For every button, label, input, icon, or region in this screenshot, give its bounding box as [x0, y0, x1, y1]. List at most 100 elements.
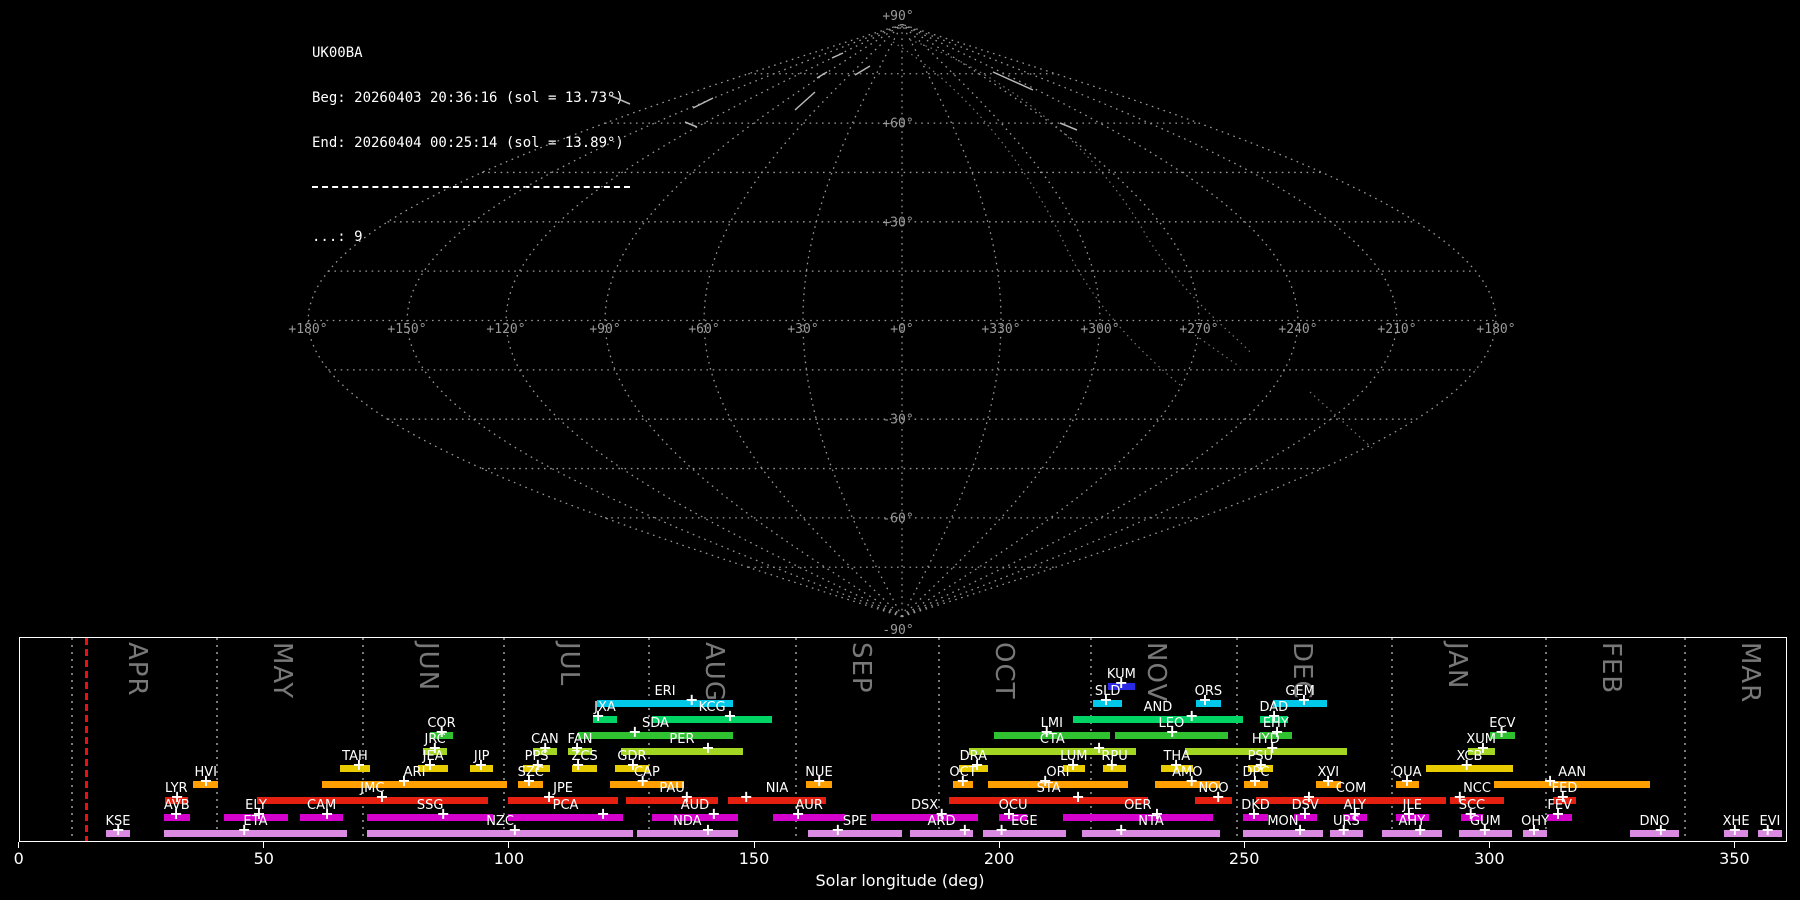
x-tick: [999, 842, 1000, 848]
month-label: OCT: [989, 642, 1019, 700]
shower-bar-NZC: [367, 830, 633, 837]
month-label: JAN: [1442, 642, 1472, 689]
x-tick-label: 250: [1219, 849, 1269, 868]
map-latitude-label: +90°: [882, 9, 913, 24]
shower-peak-NIA: +: [738, 789, 754, 805]
shower-peak-ETA: +: [236, 822, 252, 838]
month-label: SEP: [846, 642, 876, 694]
shower-label-COM: COM: [1316, 781, 1386, 796]
shower-peak-NTA: +: [1113, 822, 1129, 838]
x-tick-label: 50: [239, 849, 289, 868]
map-longitude-label: +60°: [688, 322, 719, 337]
shower-label-CTA: CTA: [1017, 732, 1087, 747]
fov-outline: [1195, 335, 1240, 367]
shower-peak-SPE: +: [830, 822, 846, 838]
x-tick: [1489, 842, 1490, 848]
month-label: AUG: [699, 642, 729, 702]
shower-label-ARI: ARI: [380, 765, 450, 780]
map-latitude-label: +60°: [882, 117, 913, 132]
shower-label-ETA: ETA: [220, 814, 290, 829]
month-boundary-line: [362, 638, 364, 841]
month-label: JUL: [554, 642, 584, 686]
shower-peak-AUR: +: [790, 806, 806, 822]
map-longitude-label: +30°: [787, 322, 818, 337]
shower-label-AND: AND: [1123, 700, 1193, 715]
fov-outline: [910, 40, 1250, 352]
meteor-streak: [609, 95, 630, 104]
shower-bar-ETA: [164, 830, 347, 837]
shower-peak-GUM: +: [1477, 822, 1493, 838]
shower-peak-JIP: +: [473, 757, 489, 773]
shower-bar-MON: [1243, 830, 1323, 837]
shower-label-JMC: JMC: [337, 781, 407, 796]
shower-peak-MON: +: [1292, 822, 1308, 838]
map-longitude-label: +150°: [387, 322, 426, 337]
map-latitude-label: -90°: [882, 623, 913, 638]
map-longitude-label: +180°: [1476, 322, 1515, 337]
x-tick: [1244, 842, 1245, 848]
shower-bar-NDA: [637, 830, 738, 837]
month-label: FEB: [1596, 642, 1626, 694]
x-tick: [18, 842, 19, 848]
shower-peak-URS: +: [1336, 822, 1352, 838]
x-tick: [754, 842, 755, 848]
month-label: APR: [122, 642, 152, 697]
map-longitude-label: +210°: [1377, 322, 1416, 337]
shower-peak-OHY: +: [1526, 822, 1542, 838]
shower-peak-ARD: +: [957, 822, 973, 838]
meteor-streak: [1060, 123, 1077, 130]
shower-peak-NUE: +: [811, 773, 827, 789]
meteor-streak: [832, 53, 843, 58]
shower-peak-PCA: +: [595, 806, 611, 822]
shower-bar-SPE: [808, 830, 902, 837]
shower-peak-CAM: +: [319, 806, 335, 822]
shower-peak-LEO: +: [1164, 724, 1180, 740]
shower-peak-KSE: +: [110, 822, 126, 838]
map-longitude-label: +240°: [1278, 322, 1317, 337]
shower-peak-SDA: +: [627, 724, 643, 740]
x-axis-title: Solar longitude (deg): [0, 871, 1800, 890]
shower-label-PCA: PCA: [531, 798, 601, 813]
grid-meridian: [902, 24, 1100, 616]
map-longitude-label: +180°: [288, 322, 327, 337]
map-longitude-label: +330°: [981, 322, 1020, 337]
grid-meridian: [902, 24, 1397, 616]
shower-peak-JXA: +: [590, 708, 606, 724]
shower-label-NZC: NZC: [465, 814, 535, 829]
current-sol-marker: [85, 638, 88, 841]
grid-meridian: [407, 24, 902, 616]
shower-peak-OCT: +: [955, 773, 971, 789]
meteor-streak: [795, 92, 815, 110]
x-tick: [508, 842, 509, 848]
meteor-streak: [685, 122, 697, 127]
shower-peak-QUA: +: [1399, 773, 1415, 789]
shower-label-ORI: ORI: [1023, 765, 1093, 780]
shower-label-SSG: SSG: [395, 798, 465, 813]
shower-peak-JMC: +: [374, 789, 390, 805]
shower-peak-DNO: +: [1653, 822, 1669, 838]
shower-peak-EGE: +: [994, 822, 1010, 838]
x-tick-label: 200: [974, 849, 1024, 868]
shower-bar-NTA: [1082, 830, 1219, 837]
x-tick-label: 350: [1709, 849, 1759, 868]
fov-outline: [1310, 392, 1372, 448]
month-label: MAY: [267, 642, 297, 699]
shower-peak-ORS: +: [1197, 692, 1213, 708]
shower-peak-ZCS: +: [570, 757, 586, 773]
month-boundary-line: [503, 638, 505, 841]
month-boundary-line: [216, 638, 218, 841]
x-tick-label: 100: [484, 849, 534, 868]
fov-outline: [893, 42, 1180, 385]
shower-peak-AHY: +: [1412, 822, 1428, 838]
shower-peak-STA: +: [1070, 789, 1086, 805]
map-longitude-label: +120°: [486, 322, 525, 337]
shower-peak-SLD: +: [1098, 692, 1114, 708]
x-tick: [263, 842, 264, 848]
x-tick: [1734, 842, 1735, 848]
shower-peak-SSG: +: [435, 806, 451, 822]
map-longitude-label: +90°: [589, 322, 620, 337]
shower-peak-NZC: +: [507, 822, 523, 838]
shower-peak-KCG: +: [722, 708, 738, 724]
shower-label-AUR: AUR: [774, 798, 844, 813]
map-longitude-label: +270°: [1179, 322, 1218, 337]
